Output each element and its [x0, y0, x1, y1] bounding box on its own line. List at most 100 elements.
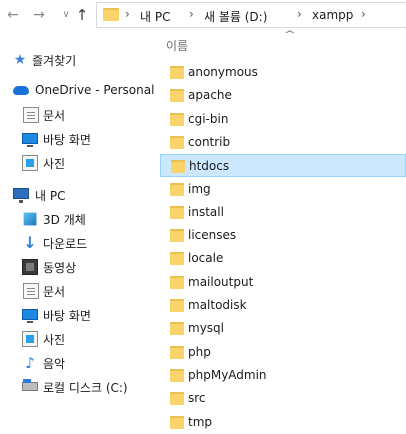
column-header-name[interactable]: 이름 [166, 37, 188, 54]
sidebar-item-documents-pc[interactable]: 문서 [0, 280, 150, 302]
sidebar-item-label: 바탕 화면 [43, 309, 91, 323]
folder-icon [170, 299, 184, 312]
sidebar-item-label: 즐겨찾기 [32, 54, 77, 68]
file-name: img [188, 182, 211, 196]
sidebar-item-label: 다운로드 [43, 237, 88, 251]
sidebar-item-label: OneDrive - Personal [35, 83, 155, 97]
file-row-cgi-bin[interactable]: cgi-bin [160, 108, 406, 131]
document-icon [23, 107, 39, 123]
breadcrumb-separator[interactable]: › [189, 7, 194, 21]
pictures-icon [22, 155, 38, 171]
breadcrumb-separator[interactable]: › [125, 7, 130, 21]
sidebar-item-desktop-pc[interactable]: 바탕 화면 [0, 304, 150, 326]
file-row-mailoutput[interactable]: mailoutput [160, 271, 406, 294]
file-row-locale[interactable]: locale [160, 247, 406, 270]
music-icon: ♪ [25, 354, 35, 372]
sort-ascending-icon: ^ [283, 30, 296, 40]
sidebar-item-local-disk-c[interactable]: 로컬 디스크 (C:) [0, 376, 150, 398]
sidebar-item-label: 3D 개체 [43, 213, 86, 227]
file-name: contrib [188, 135, 231, 149]
folder-icon [170, 322, 184, 335]
folder-icon [170, 206, 184, 219]
file-row-anonymous[interactable]: anonymous [160, 61, 406, 84]
sidebar-item-3d-objects[interactable]: 3D 개체 [0, 208, 150, 230]
3d-objects-icon [23, 212, 37, 226]
folder-icon [170, 229, 184, 242]
folder-icon [170, 416, 184, 429]
pictures-icon [22, 331, 38, 347]
breadcrumb-separator[interactable]: › [297, 7, 302, 21]
folder-icon [170, 113, 184, 126]
star-icon: ★ [13, 52, 27, 68]
sidebar-item-downloads[interactable]: ↓ 다운로드 [0, 232, 150, 254]
folder-icon [170, 252, 184, 265]
desktop-icon [22, 133, 38, 147]
file-name: cgi-bin [188, 112, 229, 126]
file-row-licenses[interactable]: licenses [160, 224, 406, 247]
breadcrumb-separator[interactable]: › [361, 7, 366, 21]
file-row-htdocs[interactable]: htdocs [160, 154, 406, 177]
up-arrow-icon[interactable]: ↑ [73, 6, 91, 24]
cloud-icon [13, 86, 29, 95]
sidebar-item-label: 문서 [43, 285, 66, 299]
file-row-php[interactable]: php [160, 341, 406, 364]
sidebar-item-label: 사진 [43, 157, 66, 171]
video-icon [22, 259, 38, 275]
folder-icon [170, 392, 184, 405]
sidebar-item-this-pc[interactable]: 내 PC [0, 184, 150, 206]
sidebar-item-documents[interactable]: 문서 [0, 104, 150, 126]
file-name: locale [188, 251, 224, 265]
sidebar-item-videos[interactable]: 동영상 [0, 256, 150, 278]
file-name: tmp [188, 415, 213, 429]
sidebar-item-onedrive[interactable]: OneDrive - Personal [0, 80, 154, 102]
sidebar-item-label: 사진 [43, 333, 66, 347]
folder-icon [170, 89, 184, 102]
folder-icon [170, 183, 184, 196]
file-row-apache[interactable]: apache [160, 84, 406, 107]
back-arrow-icon[interactable]: ← [4, 6, 22, 24]
drive-icon [22, 379, 38, 391]
address-bar[interactable]: › 내 PC › 새 볼륨 (D:) › xampp › [96, 2, 406, 28]
file-name: anonymous [188, 65, 258, 79]
file-name: licenses [188, 228, 237, 242]
file-name: phpMyAdmin [188, 368, 267, 382]
breadcrumb-this-pc[interactable]: 내 PC [140, 8, 170, 25]
file-row-tmp[interactable]: tmp [160, 411, 406, 434]
document-icon [23, 283, 39, 299]
sidebar-item-label: 로컬 디스크 (C:) [43, 381, 128, 395]
sidebar-item-label: 내 PC [35, 189, 66, 203]
folder-icon [171, 160, 185, 173]
file-name: maltodisk [188, 298, 247, 312]
navigation-pane: ★ 즐겨찾기 OneDrive - Personal 문서 바탕 화면 사진 내… [0, 32, 154, 403]
folder-icon [170, 276, 184, 289]
sidebar-item-label: 바탕 화면 [43, 133, 91, 147]
breadcrumb-xampp[interactable]: xampp [312, 8, 353, 22]
desktop-icon [22, 309, 38, 323]
sidebar-item-music[interactable]: ♪ 음악 [0, 352, 150, 374]
file-row-phpmyadmin[interactable]: phpMyAdmin [160, 364, 406, 387]
sidebar-item-label: 문서 [43, 109, 66, 123]
file-name: install [188, 205, 224, 219]
file-row-img[interactable]: img [160, 178, 406, 201]
file-row-mysql[interactable]: mysql [160, 317, 406, 340]
file-name: php [188, 345, 211, 359]
folder-icon [170, 369, 184, 382]
forward-arrow-icon[interactable]: → [30, 6, 48, 24]
navigation-bar: ← → ∨ ↑ › 내 PC › 새 볼륨 (D:) › xampp › [0, 0, 406, 32]
file-name: apache [188, 88, 232, 102]
download-icon: ↓ [23, 233, 37, 252]
file-row-contrib[interactable]: contrib [160, 131, 406, 154]
file-row-src[interactable]: src [160, 387, 406, 410]
sidebar-item-label: 음악 [43, 357, 66, 371]
sidebar-item-pictures-pc[interactable]: 사진 [0, 328, 150, 350]
sidebar-item-pictures[interactable]: 사진 [0, 152, 150, 174]
folder-icon [170, 136, 184, 149]
breadcrumb-volume-d[interactable]: 새 볼륨 (D:) [204, 8, 267, 25]
file-name: htdocs [189, 159, 230, 173]
sidebar-item-label: 동영상 [43, 261, 77, 275]
file-row-install[interactable]: install [160, 201, 406, 224]
file-row-maltodisk[interactable]: maltodisk [160, 294, 406, 317]
sidebar-item-quick-access[interactable]: ★ 즐겨찾기 [0, 49, 150, 71]
folder-icon [103, 8, 119, 21]
sidebar-item-desktop[interactable]: 바탕 화면 [0, 128, 150, 150]
